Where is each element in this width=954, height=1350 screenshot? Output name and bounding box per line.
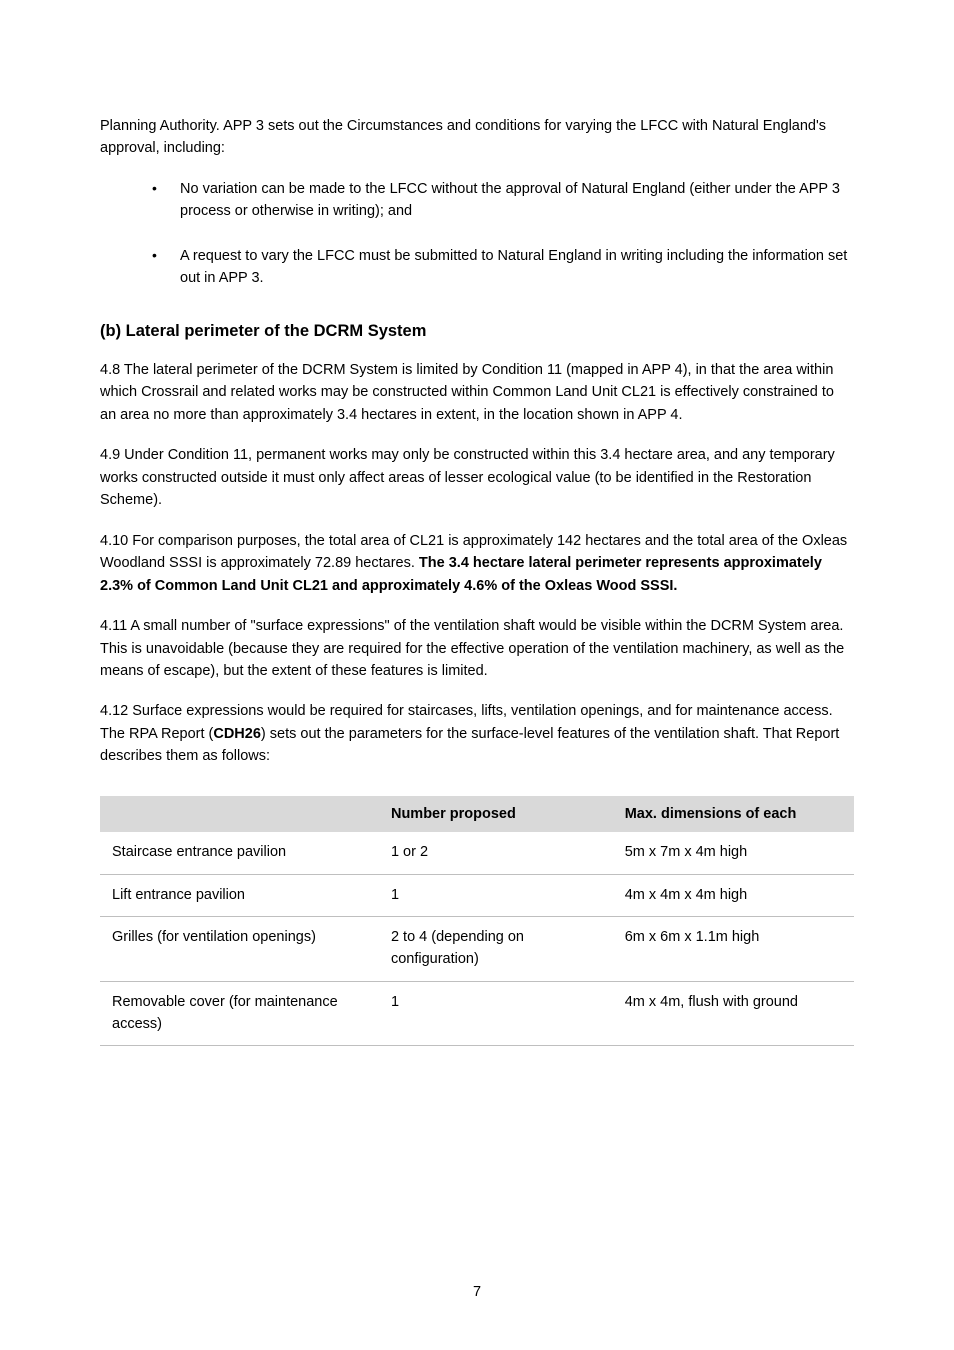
section-heading: (b) Lateral perimeter of the DCRM System xyxy=(100,322,854,341)
bullet-list: No variation can be made to the LFCC wit… xyxy=(152,178,854,290)
table-cell: 5m x 7m x 4m high xyxy=(613,832,854,874)
table-row: Grilles (for ventilation openings) 2 to … xyxy=(100,917,854,982)
bullet-item: No variation can be made to the LFCC wit… xyxy=(152,178,854,223)
table-header: Max. dimensions of each xyxy=(613,796,854,832)
table-row: Removable cover (for maintenance access)… xyxy=(100,981,854,1046)
table-row: Lift entrance pavilion 1 4m x 4m x 4m hi… xyxy=(100,874,854,917)
table-cell: 4m x 4m, flush with ground xyxy=(613,981,854,1046)
table-cell: 1 or 2 xyxy=(379,832,613,874)
table-cell: 4m x 4m x 4m high xyxy=(613,874,854,917)
paragraph: 4.8 The lateral perimeter of the DCRM Sy… xyxy=(100,359,854,426)
reference-bold: CDH26 xyxy=(213,726,261,742)
intro-paragraph: Planning Authority. APP 3 sets out the C… xyxy=(100,115,854,160)
table-cell: Grilles (for ventilation openings) xyxy=(100,917,379,982)
bullet-item: A request to vary the LFCC must be submi… xyxy=(152,245,854,290)
table-cell: 6m x 6m x 1.1m high xyxy=(613,917,854,982)
parameters-table: Number proposed Max. dimensions of each … xyxy=(100,796,854,1047)
paragraph: 4.9 Under Condition 11, permanent works … xyxy=(100,444,854,511)
table-cell: 1 xyxy=(379,981,613,1046)
page-number: 7 xyxy=(473,1284,481,1300)
table-cell: 2 to 4 (depending on configuration) xyxy=(379,917,613,982)
table-cell: 1 xyxy=(379,874,613,917)
paragraph: 4.12 Surface expressions would be requir… xyxy=(100,700,854,767)
paragraph: 4.10 For comparison purposes, the total … xyxy=(100,530,854,597)
table-header-row: Number proposed Max. dimensions of each xyxy=(100,796,854,832)
table-header xyxy=(100,796,379,832)
table-cell: Staircase entrance pavilion xyxy=(100,832,379,874)
table-header: Number proposed xyxy=(379,796,613,832)
table-cell: Lift entrance pavilion xyxy=(100,874,379,917)
paragraph: 4.11 A small number of "surface expressi… xyxy=(100,615,854,682)
table-row: Staircase entrance pavilion 1 or 2 5m x … xyxy=(100,832,854,874)
table-cell: Removable cover (for maintenance access) xyxy=(100,981,379,1046)
